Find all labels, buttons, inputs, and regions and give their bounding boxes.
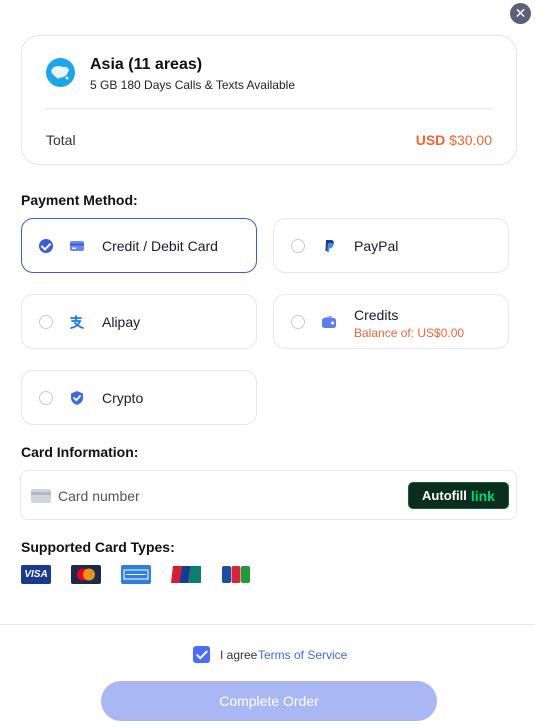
radio-unchecked[interactable] (39, 391, 53, 405)
total-price: USD $30.00 (416, 132, 492, 148)
amex-logo-icon (121, 565, 151, 584)
autofill-link-button[interactable]: Autofill link (408, 482, 509, 509)
card-information-title: Card Information: (21, 444, 139, 460)
card-number-placeholder[interactable]: Card number (58, 488, 140, 504)
alipay-icon (68, 313, 86, 331)
radio-unchecked[interactable] (39, 315, 53, 329)
region-title: Asia (11 areas) (90, 56, 203, 73)
payment-option-label: Credits (354, 307, 399, 323)
credits-balance: Balance of: US$0.00 (354, 326, 465, 340)
payment-option-label: Credit / Debit Card (102, 238, 218, 254)
link-logo: link (470, 487, 495, 504)
radio-unchecked[interactable] (291, 315, 305, 329)
close-button[interactable]: ✕ (510, 3, 531, 24)
agree-text: I agree (220, 648, 258, 662)
card-brands: VISA (21, 565, 251, 584)
payment-option-label: Alipay (102, 314, 141, 330)
agree-checkbox[interactable] (193, 646, 210, 663)
jcb-logo-icon (221, 565, 251, 584)
summary-divider (46, 108, 492, 109)
autofill-label: Autofill (422, 488, 467, 503)
shield-icon (68, 389, 86, 407)
payment-option-label: Crypto (102, 390, 144, 406)
payment-option-card[interactable]: Credit / Debit Card (21, 218, 257, 273)
footer-divider (0, 624, 535, 625)
radio-checked[interactable] (39, 239, 53, 253)
total-label: Total (46, 132, 76, 148)
payment-option-label: PayPal (354, 238, 399, 254)
paypal-icon (320, 237, 338, 255)
payment-option-credits[interactable]: Credits Balance of: US$0.00 (273, 294, 509, 349)
total-amount: $30.00 (449, 132, 492, 148)
credit-card-icon (68, 237, 86, 255)
supported-card-types-title: Supported Card Types: (21, 539, 175, 555)
terms-of-service-link[interactable]: Terms of Service (258, 648, 347, 662)
payment-option-alipay[interactable]: Alipay (21, 294, 257, 349)
payment-option-paypal[interactable]: PayPal (273, 218, 509, 273)
radio-unchecked[interactable] (291, 239, 305, 253)
card-number-field[interactable]: Card number Autofill link (20, 470, 517, 520)
close-icon: ✕ (514, 5, 527, 21)
visa-logo-icon: VISA (21, 565, 51, 584)
asia-map-icon (46, 58, 75, 87)
total-currency: USD (415, 132, 446, 148)
payment-method-title: Payment Method: (21, 192, 138, 208)
plan-description: 5 GB 180 Days Calls & Texts Available (90, 78, 295, 92)
mastercard-logo-icon (71, 565, 101, 584)
card-glyph-icon (31, 489, 51, 503)
visa-logo-text: VISA (24, 569, 48, 580)
unionpay-logo-icon (171, 565, 201, 584)
complete-order-button[interactable]: Complete Order (101, 681, 437, 721)
payment-option-crypto[interactable]: Crypto (21, 370, 257, 425)
order-summary-card: Asia (11 areas) 5 GB 180 Days Calls & Te… (21, 35, 517, 165)
wallet-icon (320, 313, 338, 331)
